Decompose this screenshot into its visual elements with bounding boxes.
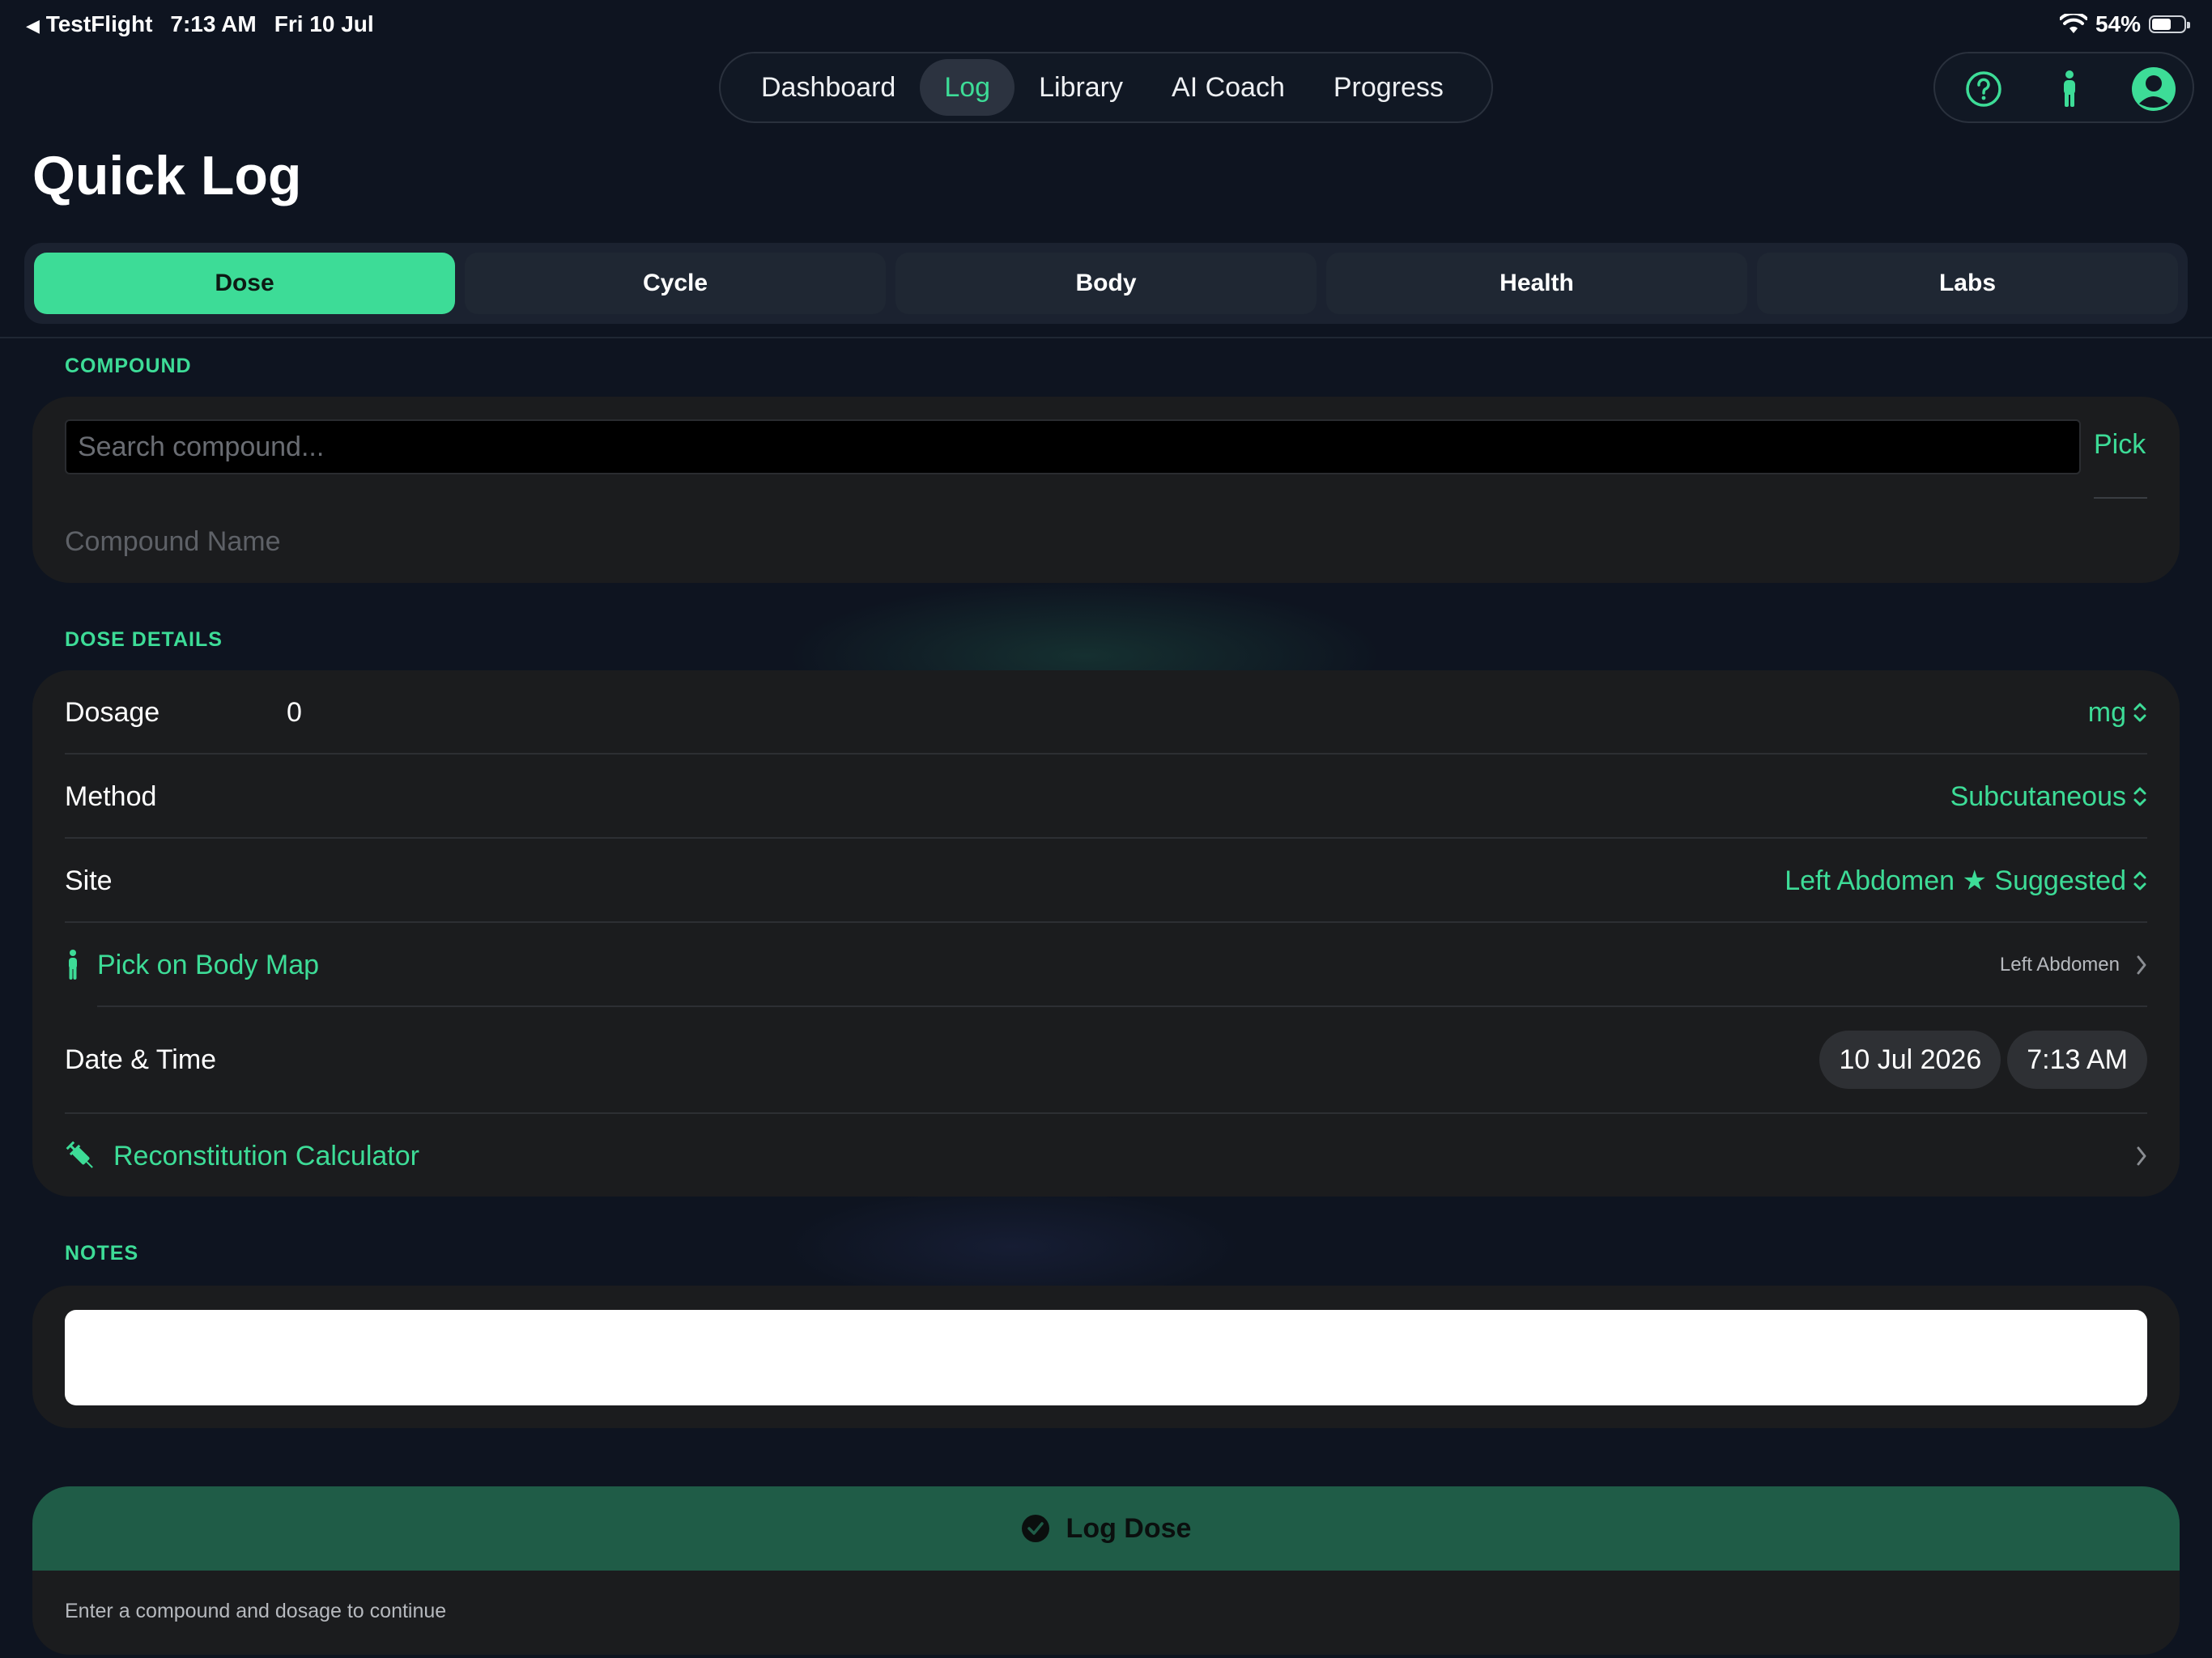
segment-labs[interactable]: Labs	[1757, 253, 2178, 314]
header-actions	[1933, 52, 2194, 123]
chevron-right-icon	[2137, 1146, 2146, 1166]
checkmark-circle-icon	[1021, 1515, 1049, 1542]
pick-underline	[2094, 497, 2147, 499]
reconstitution-calculator-row[interactable]: Reconstitution Calculator	[65, 1114, 2147, 1198]
log-dose-button[interactable]: Log Dose	[32, 1486, 2180, 1571]
segment-health[interactable]: Health	[1326, 253, 1747, 314]
status-time: 7:13 AM	[170, 11, 257, 36]
method-value: Subcutaneous	[1950, 780, 2126, 812]
person-figure-icon[interactable]	[2048, 68, 2091, 110]
chevron-up-down-icon	[2133, 871, 2146, 891]
status-date: Fri 10 Jul	[274, 11, 374, 36]
calculator-chevron	[2136, 1146, 2147, 1167]
chevron-up-down-icon	[2133, 703, 2146, 722]
back-to-app-button[interactable]: ◀ TestFlight	[26, 11, 152, 37]
log-type-segmented-control: Dose Cycle Body Health Labs	[24, 243, 2188, 324]
top-navigation: Dashboard Log Library AI Coach Progress	[719, 52, 1493, 123]
date-picker[interactable]: 10 Jul 2026	[1819, 1031, 2001, 1089]
status-bar: ◀ TestFlight 7:13 AM Fri 10 Jul 54%	[26, 11, 2190, 44]
site-label: Site	[65, 865, 113, 896]
compound-search-input[interactable]	[65, 419, 2081, 474]
dosage-unit-value: mg	[2087, 696, 2126, 728]
site-value: Left Abdomen ★ Suggested	[1784, 865, 2126, 896]
dose-details-section-label: DOSE DETAILS	[65, 628, 223, 651]
chevron-right-icon	[2137, 955, 2146, 975]
dosage-unit-picker[interactable]: mg	[2088, 697, 2147, 729]
segment-cycle[interactable]: Cycle	[465, 253, 886, 314]
notes-card	[32, 1286, 2180, 1428]
dose-details-card: Dosage 0 mg Method Subcutaneous Site Lef…	[32, 670, 2180, 1197]
nav-progress[interactable]: Progress	[1309, 59, 1468, 116]
body-map-selection: Left Abdomen	[2000, 954, 2147, 976]
dosage-label: Dosage	[65, 696, 160, 728]
method-row: Method Subcutaneous	[65, 755, 2147, 839]
date-time-label: Date & Time	[65, 1044, 217, 1075]
battery-percent: 54%	[2095, 11, 2141, 36]
body-map-label: Pick on Body Map	[97, 949, 320, 980]
back-app-label: TestFlight	[45, 11, 153, 36]
date-time-pickers: 10 Jul 2026 7:13 AM	[1819, 1031, 2147, 1089]
pick-compound-button[interactable]: Pick	[2094, 429, 2146, 461]
reconstitution-calculator-label: Reconstitution Calculator	[113, 1140, 419, 1171]
help-circle-icon[interactable]	[1963, 68, 2005, 110]
compound-name-field[interactable]: Compound Name	[65, 526, 280, 558]
segment-dose[interactable]: Dose	[34, 253, 455, 314]
person-figure-icon	[69, 950, 77, 980]
nav-log[interactable]: Log	[920, 59, 1015, 116]
time-picker[interactable]: 7:13 AM	[2007, 1031, 2147, 1089]
chevron-up-down-icon	[2133, 787, 2146, 806]
battery-icon	[2149, 15, 2190, 33]
page-title: Quick Log	[32, 145, 302, 206]
log-dose-label: Log Dose	[1066, 1512, 1192, 1544]
profile-avatar-icon[interactable]	[2129, 65, 2178, 113]
header-divider	[0, 337, 2212, 338]
wifi-icon	[2059, 14, 2087, 33]
log-hint-container: Enter a compound and dosage to continue	[32, 1571, 2180, 1655]
method-label: Method	[65, 780, 157, 812]
nav-library[interactable]: Library	[1015, 59, 1147, 116]
compound-card: Pick Compound Name	[32, 397, 2180, 583]
nav-ai-coach[interactable]: AI Coach	[1147, 59, 1309, 116]
back-triangle-icon: ◀	[26, 15, 40, 36]
body-map-row[interactable]: Pick on Body Map Left Abdomen	[65, 923, 2147, 1007]
app-root: ◀ TestFlight 7:13 AM Fri 10 Jul 54% Dash…	[0, 0, 2212, 1658]
notes-section-label: NOTES	[65, 1242, 139, 1265]
segment-body[interactable]: Body	[895, 253, 1317, 314]
notes-textarea[interactable]	[65, 1310, 2147, 1405]
dosage-row: Dosage 0 mg	[65, 670, 2147, 755]
site-row: Site Left Abdomen ★ Suggested	[65, 839, 2147, 923]
log-hint-text: Enter a compound and dosage to continue	[65, 1600, 447, 1622]
date-time-row: Date & Time 10 Jul 2026 7:13 AM	[65, 1007, 2147, 1112]
compound-section-label: COMPOUND	[65, 355, 192, 377]
method-picker[interactable]: Subcutaneous	[1950, 781, 2147, 813]
nav-dashboard[interactable]: Dashboard	[737, 59, 920, 116]
dosage-input[interactable]: 0	[287, 697, 302, 729]
site-picker[interactable]: Left Abdomen ★ Suggested	[1784, 865, 2147, 897]
syringe-icon	[66, 1141, 93, 1168]
body-map-value: Left Abdomen	[1999, 954, 2120, 976]
